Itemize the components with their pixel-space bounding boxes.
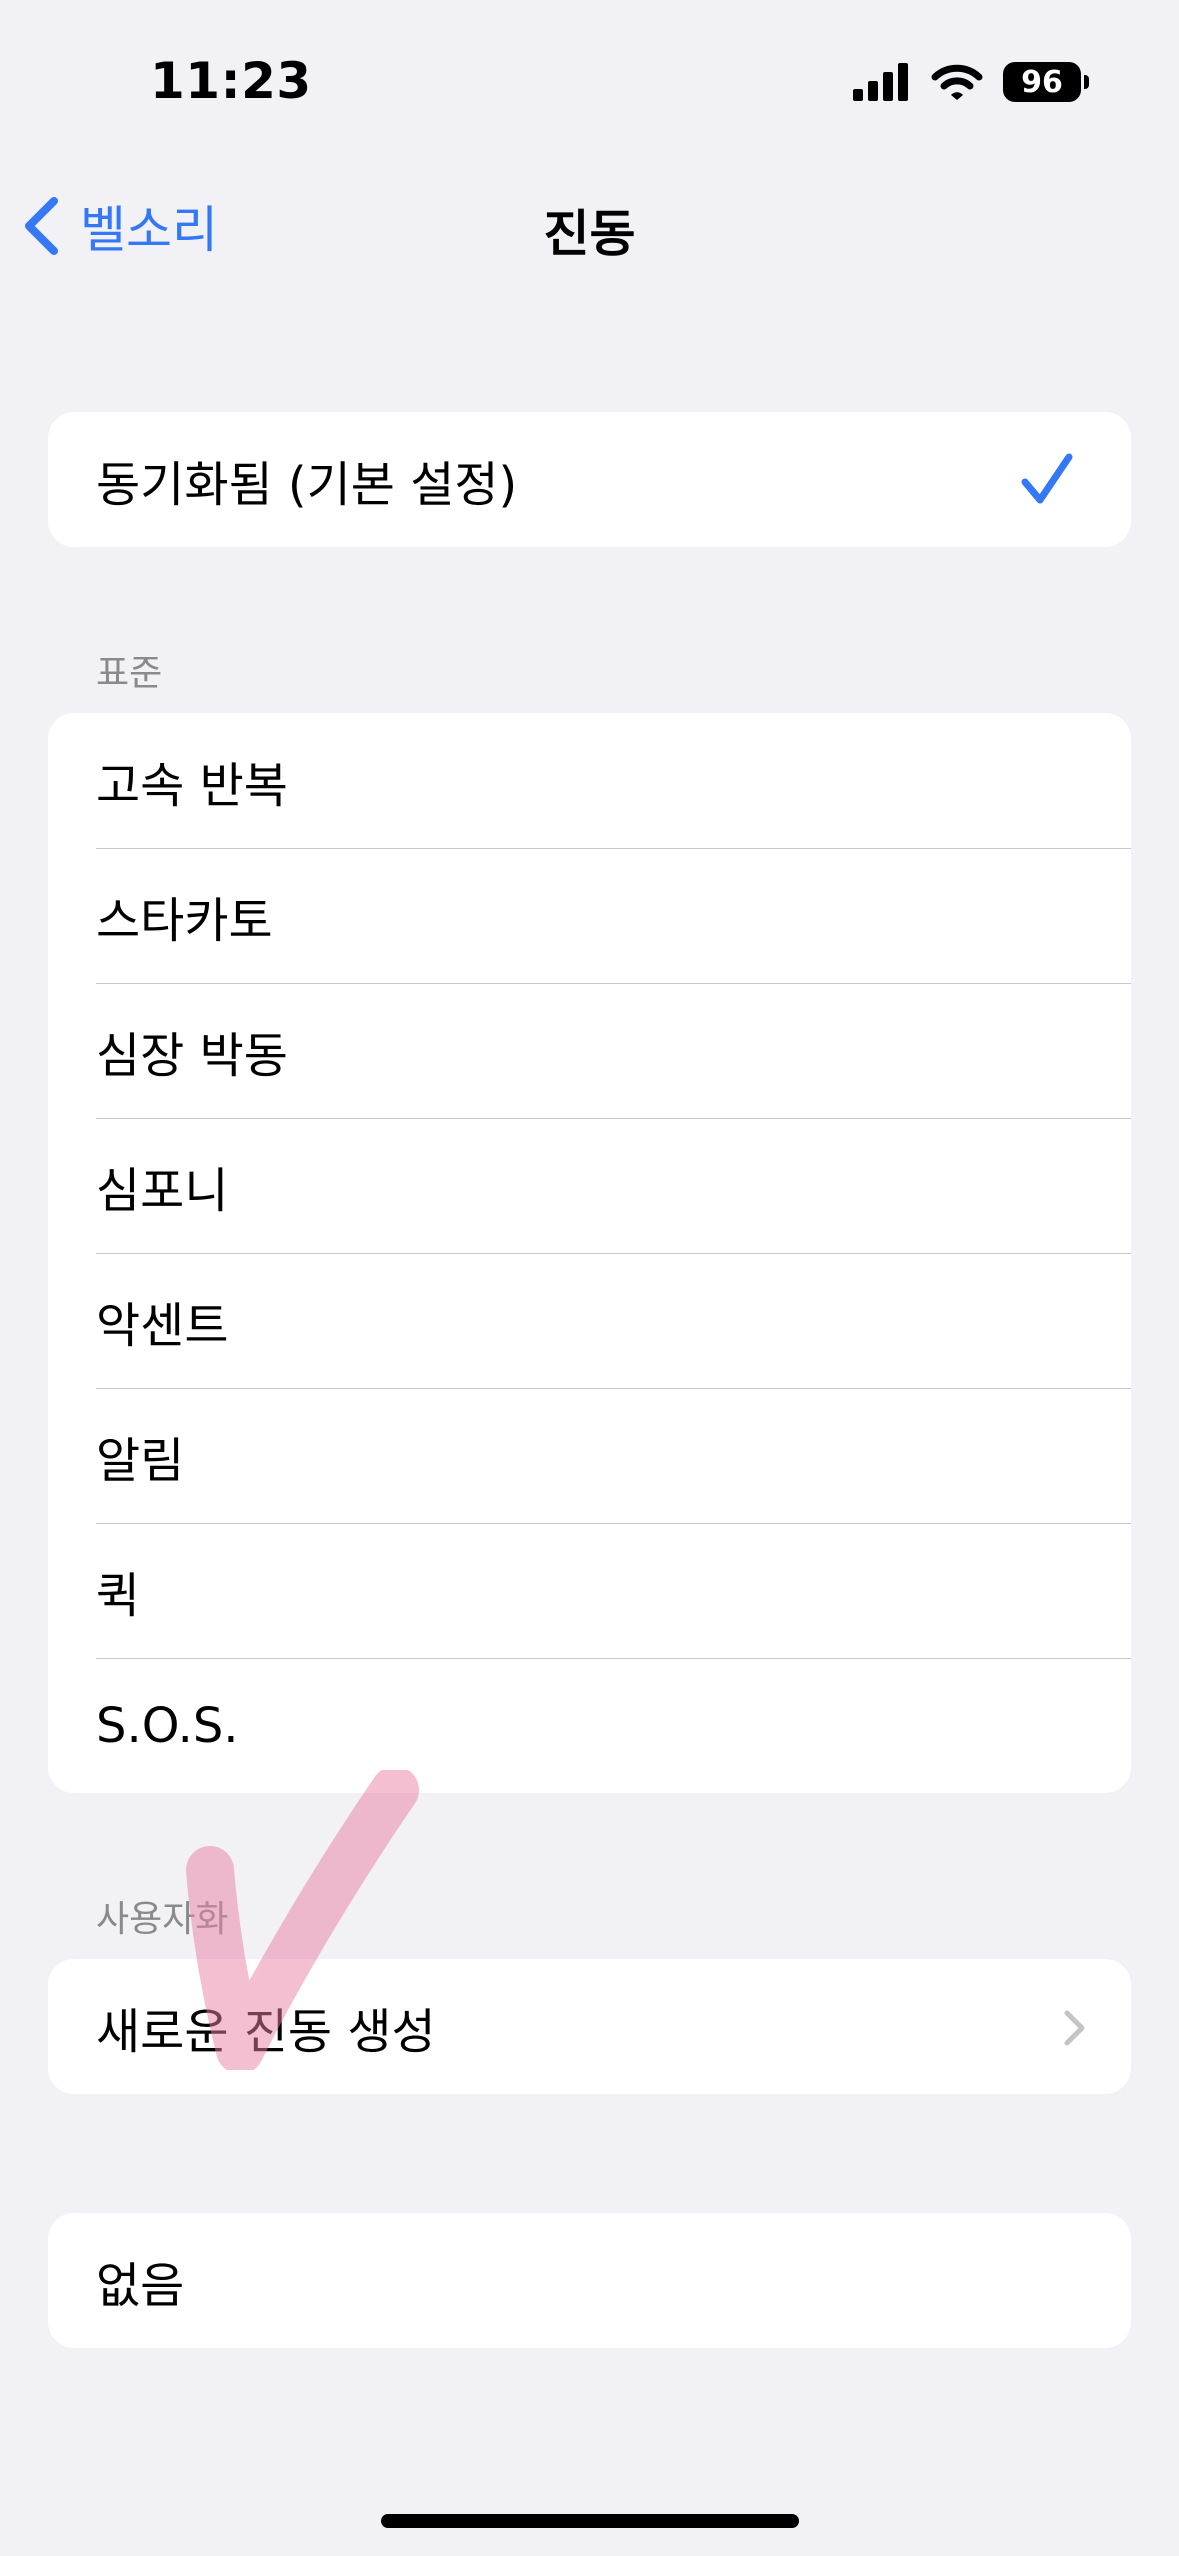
checkmark-icon (1021, 453, 1073, 504)
section-header-standard: 표준 (96, 653, 163, 694)
vibration-option-synced[interactable]: 동기화됨 (기본 설정) (48, 412, 1131, 547)
option-label: 알림 (96, 1432, 185, 1489)
option-label: 퀵 (96, 1567, 141, 1624)
battery-level: 96 (1021, 64, 1063, 100)
vibration-option[interactable]: 악센트 (48, 1253, 1131, 1388)
home-indicator[interactable] (381, 2514, 799, 2528)
option-label: 동기화됨 (기본 설정) (96, 456, 518, 513)
option-label: 스타카토 (96, 892, 273, 949)
standard-group: 고속 반복 스타카토 심장 박동 심포니 악센트 알림 퀵 S.O.S. (48, 713, 1131, 1793)
vibration-option[interactable]: 심포니 (48, 1118, 1131, 1253)
wifi-icon (931, 64, 983, 100)
option-label: 심포니 (96, 1162, 229, 1219)
signal-icon (853, 63, 908, 101)
vibration-option[interactable]: S.O.S. (48, 1658, 1131, 1793)
create-new-vibration-button[interactable]: 새로운 진동 생성 (48, 1959, 1131, 2094)
page-title: 진동 (543, 205, 636, 263)
option-label: 악센트 (96, 1297, 229, 1354)
vibration-option[interactable]: 스타카토 (48, 848, 1131, 983)
vibration-option[interactable]: 고속 반복 (48, 713, 1131, 848)
vibration-option-none[interactable]: 없음 (48, 2213, 1131, 2348)
vibration-option[interactable]: 심장 박동 (48, 983, 1131, 1118)
section-header-custom: 사용자화 (96, 1899, 229, 1940)
status-time: 11:23 (150, 52, 312, 110)
vibration-option[interactable]: 알림 (48, 1388, 1131, 1523)
chevron-right-icon (1064, 2010, 1085, 2046)
option-label: S.O.S. (96, 1697, 239, 1754)
option-label: 없음 (96, 2257, 185, 2314)
status-icons: 96 (853, 62, 1089, 102)
vibration-option[interactable]: 퀵 (48, 1523, 1131, 1658)
custom-group: 새로운 진동 생성 (48, 1959, 1131, 2094)
battery-icon: 96 (1003, 62, 1089, 102)
none-group: 없음 (48, 2213, 1131, 2348)
synced-group: 동기화됨 (기본 설정) (48, 412, 1131, 547)
option-label: 고속 반복 (96, 757, 288, 814)
option-label: 새로운 진동 생성 (96, 2003, 436, 2060)
option-label: 심장 박동 (96, 1027, 288, 1084)
